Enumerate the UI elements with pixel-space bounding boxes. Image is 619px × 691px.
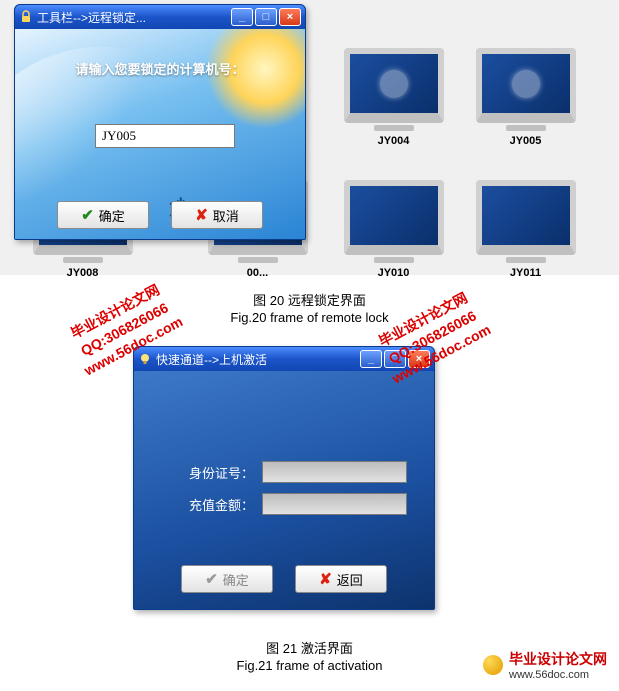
- computer-icon-jy010[interactable]: JY010: [336, 180, 451, 279]
- check-icon: ✔: [81, 206, 94, 224]
- dialog-body: 身份证号： 充值金额： ✔ 确定 ✘ 返回: [134, 371, 434, 609]
- button-row: ✔ 确定 ✘ 返回: [134, 565, 434, 593]
- maximize-button[interactable]: □: [255, 8, 277, 26]
- computer-label: JY005: [468, 135, 583, 147]
- button-row: ✔ 确定 ✘ 取消: [15, 201, 305, 229]
- computer-number-input[interactable]: [95, 124, 235, 148]
- globe-icon: [483, 655, 503, 675]
- amount-label: 充值金额：: [189, 495, 254, 514]
- maximize-button[interactable]: □: [384, 350, 406, 368]
- amount-input[interactable]: [262, 493, 407, 515]
- computer-label: JY008: [25, 267, 140, 279]
- figure20-caption-en: Fig.20 frame of remote lock: [0, 310, 619, 325]
- ok-button[interactable]: ✔ 确定: [181, 565, 273, 593]
- dialog-body: ❄ 请输入您要锁定的计算机号： ✔ 确定 ✘ 取消: [15, 29, 305, 239]
- titlebar[interactable]: 快速通道-->上机激活 _ □ ×: [134, 347, 434, 371]
- close-button[interactable]: ×: [279, 8, 301, 26]
- monitor-icon: [476, 48, 576, 123]
- window-controls: _ □ ×: [360, 350, 430, 368]
- computer-label: JY004: [336, 135, 451, 147]
- ok-button[interactable]: ✔ 确定: [57, 201, 149, 229]
- close-button[interactable]: ×: [408, 350, 430, 368]
- computer-icon-jy005[interactable]: JY005: [468, 48, 583, 147]
- ok-label: 确定: [223, 570, 249, 589]
- window-title: 快速通道-->上机激活: [156, 351, 267, 368]
- x-icon: ✘: [195, 206, 208, 224]
- lock-icon: [19, 10, 33, 24]
- bulb-icon: [138, 352, 152, 366]
- computer-label: JY011: [468, 267, 583, 279]
- id-label: 身份证号：: [189, 463, 254, 482]
- titlebar[interactable]: 工具栏-->远程锁定... _ □ ×: [15, 5, 305, 29]
- minimize-button[interactable]: _: [231, 8, 253, 26]
- monitor-icon: [344, 48, 444, 123]
- computer-icon-jy011[interactable]: JY011: [468, 180, 583, 279]
- id-row: 身份证号：: [189, 461, 407, 483]
- back-button[interactable]: ✘ 返回: [295, 565, 387, 593]
- computer-label: 00...: [200, 267, 315, 279]
- cancel-label: 取消: [213, 206, 239, 225]
- computer-icon-jy004[interactable]: JY004: [336, 48, 451, 147]
- cancel-button[interactable]: ✘ 取消: [171, 201, 263, 229]
- remote-lock-dialog: 工具栏-->远程锁定... _ □ × ❄ 请输入您要锁定的计算机号： ✔ 确定…: [14, 4, 306, 240]
- brand-url: www.56doc.com: [509, 669, 607, 681]
- minimize-button[interactable]: _: [360, 350, 382, 368]
- monitor-icon: [476, 180, 576, 255]
- remote-lock-figure: JY004 JY005 JY008 00... JY010 JY011: [0, 0, 619, 275]
- activation-dialog: 快速通道-->上机激活 _ □ × 身份证号： 充值金额： ✔ 确定 ✘ 返回: [133, 346, 435, 610]
- window-controls: _ □ ×: [231, 8, 301, 26]
- id-input[interactable]: [262, 461, 407, 483]
- amount-row: 充值金额：: [189, 493, 407, 515]
- window-title: 工具栏-->远程锁定...: [37, 9, 146, 26]
- monitor-icon: [344, 180, 444, 255]
- prompt-label: 请输入您要锁定的计算机号：: [15, 59, 305, 78]
- decorative-sun: [205, 29, 305, 129]
- ok-label: 确定: [99, 206, 125, 225]
- brand-name: 毕业设计论文网: [509, 649, 607, 669]
- back-label: 返回: [337, 570, 363, 589]
- computer-label: JY010: [336, 267, 451, 279]
- check-icon: ✔: [205, 570, 218, 588]
- footer-brand: 毕业设计论文网 www.56doc.com: [483, 649, 607, 681]
- x-icon: ✘: [319, 570, 332, 588]
- figure20-caption-cn: 图 20 远程锁定界面: [0, 290, 619, 309]
